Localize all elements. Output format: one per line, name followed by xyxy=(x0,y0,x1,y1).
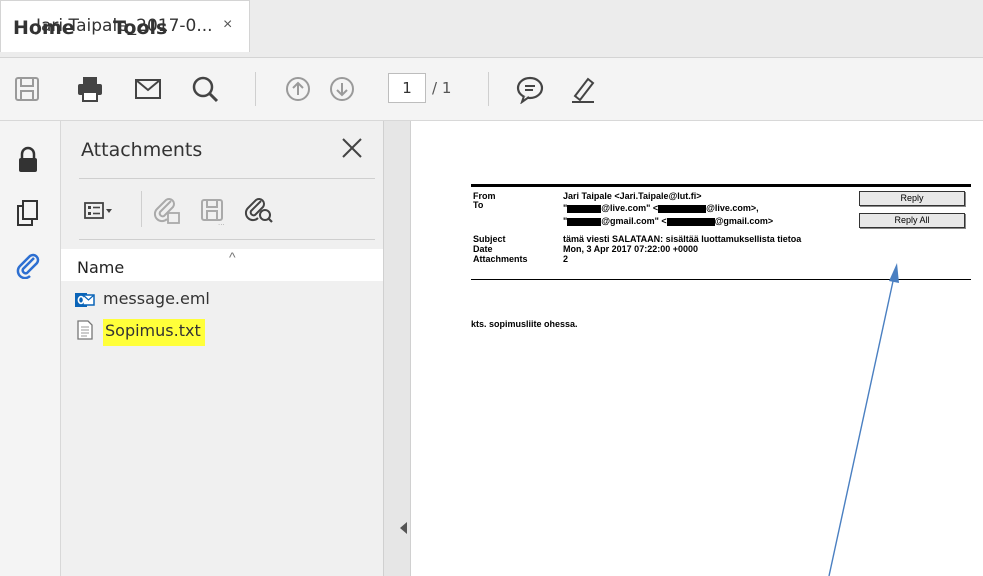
email-body: kts. sopimusliite ohessa. xyxy=(471,319,578,329)
page-total: / 1 xyxy=(432,79,452,97)
date-label: Date xyxy=(473,244,493,254)
tab-close-button[interactable]: × xyxy=(223,16,232,34)
header-rule xyxy=(471,184,971,187)
collapse-arrow-icon[interactable] xyxy=(400,522,407,534)
name-column-header[interactable]: Name ^ xyxy=(61,249,383,281)
redaction-bar xyxy=(658,204,707,213)
save-icon[interactable] xyxy=(12,74,42,104)
toolbar-separator xyxy=(255,72,256,106)
search-attachment-icon[interactable] xyxy=(243,195,275,227)
print-icon[interactable] xyxy=(75,74,105,104)
to-label: To xyxy=(473,200,484,210)
reply-button[interactable]: Reply xyxy=(859,191,965,206)
tab-document[interactable]: Jari.Taipale_2017-0... × xyxy=(0,0,250,52)
divider xyxy=(79,239,375,240)
attachments-label: Attachments xyxy=(473,254,528,264)
lock-icon[interactable] xyxy=(14,145,42,173)
to-value-line2: " @gmail.com" < @gmail.com> xyxy=(563,216,774,226)
subject-value: tämä viesti SALATAAN: sisältää luottamuk… xyxy=(563,234,802,244)
redaction-bar xyxy=(567,204,602,213)
navigation-rail xyxy=(0,121,61,576)
save-attachment-icon[interactable]: ... xyxy=(197,195,229,227)
text-file-icon xyxy=(77,320,93,340)
attachments-count: 2 xyxy=(563,254,569,264)
panel-splitter[interactable] xyxy=(383,121,411,576)
document-view: From To Subject Date Attachments Jari Ta… xyxy=(411,121,983,576)
attachment-name-highlighted: Sopimus.txt xyxy=(103,319,205,346)
toolbar-separator xyxy=(141,191,142,227)
highlight-pen-icon[interactable] xyxy=(568,74,598,104)
date-value: Mon, 3 Apr 2017 07:22:00 +0000 xyxy=(563,244,698,254)
toolbar-separator xyxy=(488,72,489,106)
panel-title: Attachments xyxy=(81,139,203,161)
next-page-icon[interactable] xyxy=(327,74,357,104)
from-value: Jari Taipale <Jari.Taipale@lut.fi> xyxy=(563,191,702,201)
tab-document-title: Jari.Taipale_2017-0... xyxy=(36,16,213,36)
outlook-icon xyxy=(75,293,95,307)
reply-all-button[interactable]: Reply All xyxy=(859,213,965,228)
close-icon[interactable] xyxy=(339,135,365,161)
previous-page-icon[interactable] xyxy=(283,74,313,104)
add-attachment-icon[interactable] xyxy=(151,195,183,227)
email-icon[interactable] xyxy=(133,74,163,104)
divider xyxy=(79,178,375,179)
name-column-label: Name xyxy=(77,258,125,277)
subject-label: Subject xyxy=(473,234,506,244)
toolbar: 1 / 1 xyxy=(0,58,983,121)
redaction-bar xyxy=(666,217,715,226)
page-number-input[interactable]: 1 xyxy=(388,73,426,103)
menu-bar: Home Tools Jari.Taipale_2017-0... × xyxy=(0,0,983,58)
view-options-icon[interactable] xyxy=(83,195,115,227)
search-icon[interactable] xyxy=(190,74,220,104)
svg-text:...: ... xyxy=(218,218,225,227)
redaction-bar xyxy=(567,217,602,226)
attachments-panel: Attachments ... Name ^ message.eml Sopim… xyxy=(61,121,383,576)
attachment-paperclip-icon[interactable] xyxy=(14,251,42,279)
copy-pages-icon[interactable] xyxy=(14,199,42,227)
header-rule xyxy=(471,279,971,280)
comment-icon[interactable] xyxy=(515,74,545,104)
to-value-line1: " @live.com" < @live.com>, xyxy=(563,203,759,213)
sort-caret-icon: ^ xyxy=(229,249,236,265)
attachment-name: message.eml xyxy=(103,289,210,308)
